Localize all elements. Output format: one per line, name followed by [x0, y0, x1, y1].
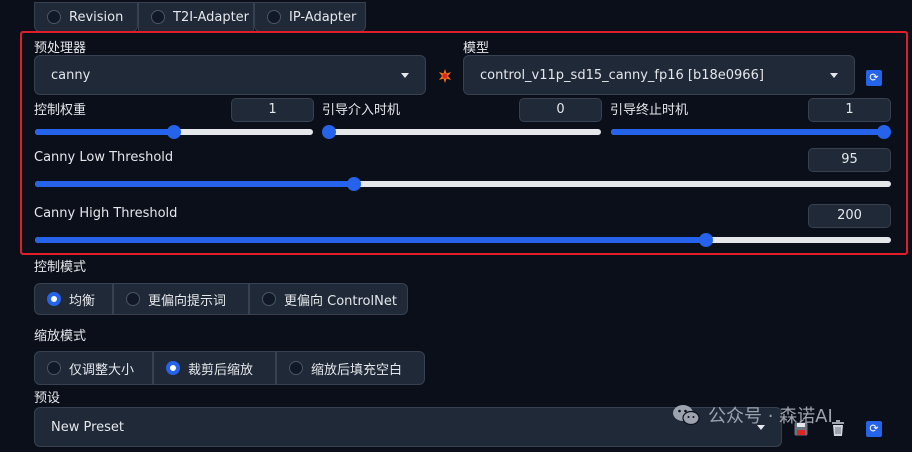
- control-mode-controlnet[interactable]: 更偏向 ControlNet: [249, 283, 408, 315]
- radio-label: 缩放后填充空白: [311, 362, 403, 378]
- radio-circle[interactable]: [151, 10, 165, 24]
- slider-thumb[interactable]: [322, 125, 336, 139]
- slider-fill: [35, 129, 174, 135]
- canny-low-input[interactable]: 95: [808, 148, 891, 172]
- wechat-icon: [672, 404, 700, 426]
- canny-high-input[interactable]: 200: [808, 204, 891, 228]
- refresh-icon[interactable]: ⟳: [866, 421, 882, 437]
- radio-label: T2I-Adapter: [173, 9, 250, 25]
- radio-circle-checked[interactable]: [47, 292, 61, 306]
- radio-label: IP-Adapter: [289, 9, 357, 25]
- radio-t2i-adapter[interactable]: T2I-Adapter: [138, 2, 254, 32]
- radio-revision[interactable]: Revision: [34, 2, 138, 32]
- explosion-icon[interactable]: [438, 69, 452, 83]
- preprocessor-value: canny: [51, 67, 91, 83]
- model-label: 模型: [463, 41, 490, 56]
- refresh-icon[interactable]: ⟳: [866, 70, 882, 86]
- slider-fill: [35, 237, 707, 243]
- control-mode-balanced[interactable]: 均衡: [34, 283, 113, 315]
- canny-low-label: Canny Low Threshold: [34, 150, 174, 165]
- radio-label: 更偏向 ControlNet: [284, 293, 397, 309]
- radio-circle[interactable]: [267, 10, 281, 24]
- canny-low-slider[interactable]: [35, 177, 891, 191]
- guidance-start-slider[interactable]: [322, 125, 601, 139]
- canny-high-label: Canny High Threshold: [34, 206, 178, 221]
- slider-fill: [35, 181, 355, 187]
- slider-thumb[interactable]: [167, 125, 181, 139]
- guidance-start-input[interactable]: 0: [519, 98, 602, 122]
- canny-high-slider[interactable]: [35, 233, 891, 247]
- radio-circle[interactable]: [289, 361, 303, 375]
- control-weight-label: 控制权重: [34, 103, 87, 118]
- resize-mode-crop-resize[interactable]: 裁剪后缩放: [153, 351, 276, 385]
- radio-label: 裁剪后缩放: [188, 362, 254, 378]
- radio-circle[interactable]: [262, 292, 276, 306]
- slider-thumb[interactable]: [699, 233, 714, 247]
- preprocessor-label: 预处理器: [34, 41, 87, 56]
- radio-circle[interactable]: [47, 361, 61, 375]
- control-weight-input[interactable]: 1: [231, 98, 314, 122]
- model-dropdown[interactable]: control_v11p_sd15_canny_fp16 [b18e0966]: [463, 55, 855, 95]
- radio-label: 均衡: [69, 293, 96, 309]
- control-mode-prompt[interactable]: 更偏向提示词: [113, 283, 249, 315]
- control-weight-slider[interactable]: [35, 125, 313, 139]
- preset-label: 预设: [34, 391, 61, 406]
- guidance-end-input[interactable]: 1: [808, 98, 891, 122]
- control-mode-label: 控制模式: [34, 260, 87, 275]
- radio-circle[interactable]: [126, 292, 140, 306]
- preset-dropdown[interactable]: New Preset: [34, 407, 782, 447]
- guidance-end-slider[interactable]: [611, 125, 891, 139]
- radio-ip-adapter[interactable]: IP-Adapter: [254, 2, 366, 32]
- resize-mode-resize-fill[interactable]: 缩放后填充空白: [276, 351, 425, 385]
- chevron-down-icon: [830, 72, 838, 78]
- watermark: 公众号 · 森诺AI: [672, 402, 833, 428]
- radio-label: Revision: [69, 9, 124, 25]
- slider-fill: [611, 129, 884, 135]
- radio-label: 更偏向提示词: [148, 293, 227, 309]
- radio-label: 仅调整大小: [69, 362, 135, 378]
- guidance-end-label: 引导终止时机: [610, 103, 689, 118]
- guidance-start-label: 引导介入时机: [322, 103, 401, 118]
- resize-mode-just-resize[interactable]: 仅调整大小: [34, 351, 153, 385]
- radio-circle[interactable]: [47, 10, 61, 24]
- model-value: control_v11p_sd15_canny_fp16 [b18e0966]: [480, 67, 764, 83]
- preset-value: New Preset: [51, 419, 125, 435]
- slider-thumb[interactable]: [877, 125, 891, 139]
- chevron-down-icon: [401, 72, 409, 78]
- trash-icon[interactable]: [831, 420, 845, 436]
- watermark-text: 公众号 · 森诺AI: [708, 406, 833, 427]
- resize-mode-label: 缩放模式: [34, 329, 87, 344]
- radio-circle-checked[interactable]: [166, 361, 180, 375]
- preprocessor-dropdown[interactable]: canny: [34, 55, 426, 95]
